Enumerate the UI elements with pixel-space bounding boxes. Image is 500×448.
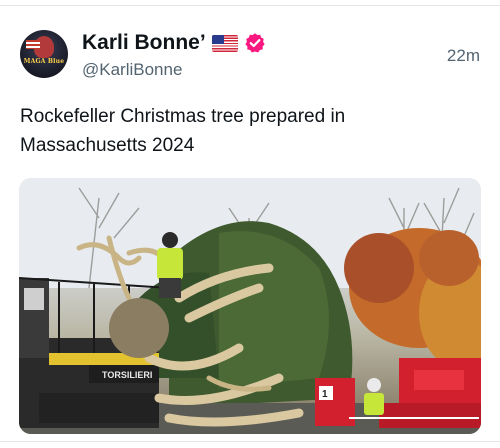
avatar-logo-text: MAGA Blue bbox=[23, 58, 65, 65]
post-card[interactable]: MAGA Blue Karli Bonne’ @KarliBonne 22m R… bbox=[0, 6, 500, 448]
author-name-row: Karli Bonne’ bbox=[82, 30, 266, 56]
post-media-image[interactable]: TORSILIERI 1 bbox=[19, 178, 481, 434]
avatar-flag bbox=[26, 40, 40, 49]
post-timestamp[interactable]: 22m bbox=[447, 46, 480, 66]
verified-badge-icon[interactable] bbox=[244, 32, 266, 54]
tree-removal-photo: TORSILIERI 1 bbox=[19, 178, 481, 434]
avatar[interactable]: MAGA Blue bbox=[20, 30, 68, 78]
author-display-name[interactable]: Karli Bonne’ bbox=[82, 31, 206, 55]
machine-number: 1 bbox=[322, 389, 328, 400]
post-text: Rockefeller Christmas tree prepared in M… bbox=[20, 106, 346, 156]
truck-label: TORSILIERI bbox=[102, 370, 152, 380]
author-handle[interactable]: @KarliBonne bbox=[82, 60, 182, 80]
us-flag-icon bbox=[211, 34, 238, 52]
bottom-divider bbox=[0, 441, 500, 442]
